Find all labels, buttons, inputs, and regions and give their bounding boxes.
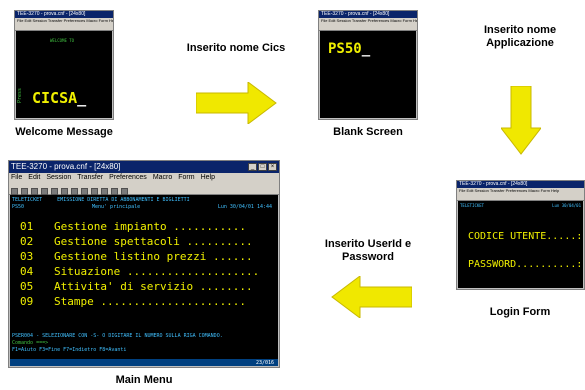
welcome-toolbar <box>15 23 113 31</box>
main-titlebar: TEE-3270 - prova.cnf - [24x80] _ □ × <box>9 161 279 173</box>
main-header2-left: PS50 <box>12 204 25 210</box>
menu-option[interactable]: 04 Situazione .................... <box>10 264 274 279</box>
menu-option[interactable]: 09 Stampe ...................... <box>10 294 274 309</box>
menu-option-label: Situazione .................... <box>54 265 260 278</box>
main-window-title: TEE-3270 - prova.cnf - [24x80] <box>11 162 121 171</box>
login-field-user: CODICE UTENTE.....: <box>468 231 583 242</box>
save-icon[interactable] <box>31 188 38 195</box>
welcome-entered-text: CICSA_ <box>32 89 86 107</box>
disconnect-icon[interactable] <box>91 188 98 195</box>
menu-option-label: Stampe ...................... <box>54 295 247 308</box>
menu-option[interactable]: 02 Gestione spettacoli .......... <box>10 234 274 249</box>
menu-option-num: 04 <box>20 265 34 278</box>
menu-option[interactable]: 05 Attivita' di servizio ........ <box>10 279 274 294</box>
copy-icon[interactable] <box>61 188 68 195</box>
help-icon[interactable] <box>121 188 128 195</box>
connect-icon[interactable] <box>81 188 88 195</box>
main-screen: TELETICKET EMISSIONE DIRETTA DI ABBONAME… <box>10 195 278 366</box>
main-header1-left: TELETICKET <box>12 197 43 203</box>
cut-icon[interactable] <box>51 188 58 195</box>
login-titlebar: TEE-3270 - prova.cnf - [24x80] <box>457 181 584 188</box>
menu-option-label: Attivita' di servizio ........ <box>54 280 253 293</box>
caption-welcome: Welcome Message <box>15 126 113 138</box>
main-footer-msg: PSER004 - SELEZIONARE CON -S- O DIGITARE… <box>12 333 223 339</box>
main-menubar: File Edit Session Transfer Preferences M… <box>9 173 279 182</box>
welcome-entered: CICSA <box>32 89 78 107</box>
arrow-right-1 <box>196 82 277 124</box>
arrow-down-2 <box>501 86 541 155</box>
menu-file[interactable]: File <box>11 173 22 182</box>
login-window: TEE-3270 - prova.cnf - [24x80] File Edit… <box>456 180 585 290</box>
menu-option[interactable]: 01 Gestione impianto ........... <box>10 219 274 234</box>
blank-toolbar <box>319 23 417 31</box>
main-header-line2: PS50 Menu' principale Lun 30/04/01 14:44 <box>12 204 276 210</box>
paste-icon[interactable] <box>71 188 78 195</box>
main-menu-list: 01 Gestione impianto ........... 02 Gestio… <box>10 219 274 309</box>
caption-login: Login Form <box>489 306 551 318</box>
main-statusbar: 23/016 <box>10 359 278 366</box>
welcome-banner: WELCOME TO <box>50 38 75 43</box>
arrow2-label: Inserito nome Applicazione <box>483 24 557 49</box>
maximize-button[interactable]: □ <box>258 163 267 171</box>
welcome-titlebar: TEE-3270 - prova.cnf - [24x80] <box>15 11 113 18</box>
main-header1-center: EMISSIONE DIRETTA DI ABBONAMENTI E BIGLI… <box>57 197 190 203</box>
welcome-cursor: _ <box>77 89 87 107</box>
caption-blank: Blank Screen <box>333 126 403 138</box>
menu-option-num: 09 <box>20 295 34 308</box>
login-header-left: TELETICKET <box>460 203 485 208</box>
main-toolbar <box>9 182 279 195</box>
caption-main-menu: Main Menu <box>115 374 173 386</box>
login-header-right: Lun 30/04/01 <box>552 203 581 208</box>
welcome-window: TEE-3270 - prova.cnf - [24x80] File Edit… <box>14 10 114 120</box>
menu-macro[interactable]: Macro <box>153 173 172 182</box>
menu-preferences[interactable]: Preferences <box>109 173 147 182</box>
welcome-menubar: File Edit Session Transfer Preferences M… <box>15 18 113 23</box>
login-field-pass: PASSWORD..........: <box>468 259 583 270</box>
main-command-line[interactable]: Comando ===> <box>12 340 48 346</box>
new-icon[interactable] <box>11 188 18 195</box>
blank-entered-text: PS50_ <box>328 41 370 57</box>
menu-option-label: Gestione listino prezzi ...... <box>54 250 253 263</box>
print-icon[interactable] <box>41 188 48 195</box>
menu-option-num: 05 <box>20 280 34 293</box>
menu-option-num: 03 <box>20 250 34 263</box>
main-menu-window: TEE-3270 - prova.cnf - [24x80] _ □ × Fil… <box>8 160 280 368</box>
blank-screen: PS50_ <box>320 31 416 118</box>
arrow3-label: Inserito UserId e Password <box>324 238 412 263</box>
menu-form[interactable]: Form <box>178 173 194 182</box>
open-icon[interactable] <box>21 188 28 195</box>
login-screen: TELETICKET Lun 30/04/01 CODICE UTENTE...… <box>458 201 583 288</box>
arrow1-label: Inserito nome Cics <box>186 42 286 54</box>
minimize-button[interactable]: _ <box>248 163 257 171</box>
main-header2-center: Menu' principale <box>92 204 141 210</box>
menu-option-label: Gestione impianto ........... <box>54 220 247 233</box>
menu-help[interactable]: Help <box>201 173 215 182</box>
menu-option-num: 01 <box>20 220 34 233</box>
close-button[interactable]: × <box>268 163 277 171</box>
blank-window: TEE-3270 - prova.cnf - [24x80] File Edit… <box>318 10 418 120</box>
arrow-left-3 <box>331 276 412 318</box>
menu-option[interactable]: 03 Gestione listino prezzi ...... <box>10 249 274 264</box>
welcome-screen: WELCOME TO Press CICSA_ <box>16 31 112 118</box>
blank-menubar: File Edit Session Transfer Preferences M… <box>319 18 417 23</box>
menu-session[interactable]: Session <box>46 173 71 182</box>
main-header2-right: Lun 30/04/01 14:44 <box>217 204 272 210</box>
blank-titlebar: TEE-3270 - prova.cnf - [24x80] <box>319 11 417 18</box>
blank-cursor: _ <box>361 41 371 57</box>
welcome-side-label: Press <box>17 87 23 103</box>
menu-transfer[interactable]: Transfer <box>77 173 103 182</box>
blank-entered: PS50 <box>328 41 362 57</box>
menu-option-label: Gestione spettacoli .......... <box>54 235 253 248</box>
main-position: 23/016 <box>255 360 274 366</box>
window-controls: _ □ × <box>248 163 277 171</box>
login-toolbar <box>457 193 584 201</box>
menu-edit[interactable]: Edit <box>28 173 40 182</box>
macro-icon[interactable] <box>101 188 108 195</box>
main-function-keys: F1=Aiuto F3=Fine F7=Indietro F8=Avanti <box>12 347 127 353</box>
menu-option-num: 02 <box>20 235 34 248</box>
main-header-line1: TELETICKET EMISSIONE DIRETTA DI ABBONAME… <box>12 197 190 203</box>
settings-icon[interactable] <box>111 188 118 195</box>
